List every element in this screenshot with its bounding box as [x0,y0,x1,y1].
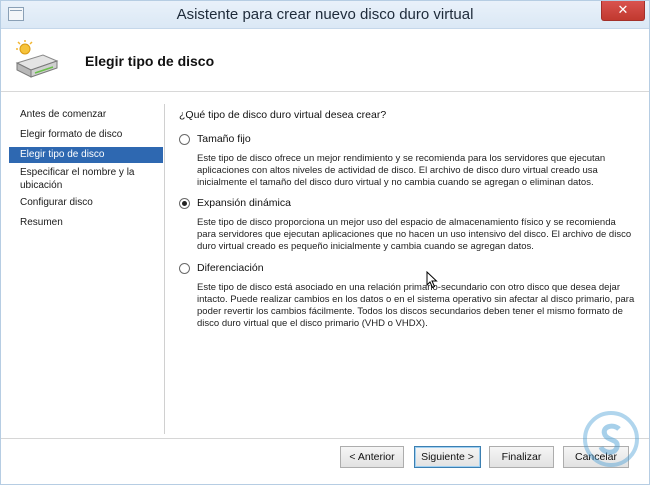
sidebar-item-elegir-formato[interactable]: Elegir formato de disco [9,128,163,141]
wizard-steps-nav: Antes de comenzar Elegir formato de disc… [9,104,163,434]
radio-diferenciacion[interactable] [179,263,190,274]
title-bar[interactable]: Asistente para crear nuevo disco duro vi… [1,1,649,29]
finish-button[interactable]: Finalizar [489,446,554,468]
question-label: ¿Qué tipo de disco duro virtual desea cr… [179,109,387,121]
mouse-cursor-icon [426,271,438,289]
radio-expansion-dinamica[interactable] [179,198,190,209]
watermark-logo-icon [583,411,639,467]
page-title: Elegir tipo de disco [85,53,215,69]
option-description: Este tipo de disco está asociado en una … [197,282,635,329]
option-description: Este tipo de disco ofrece un mejor rendi… [197,153,606,188]
wizard-header: Elegir tipo de disco [1,29,649,92]
footer-divider [1,438,649,439]
next-button[interactable]: Siguiente > [414,446,481,468]
option-label[interactable]: Expansión dinámica [197,197,291,209]
option-label[interactable]: Tamaño fijo [197,133,251,145]
close-button[interactable]: ✕ [601,1,645,21]
option-description: Este tipo de disco proporciona un mejor … [197,217,632,252]
sidebar-item-elegir-tipo[interactable]: Elegir tipo de disco [9,147,163,163]
radio-tamano-fijo[interactable] [179,134,190,145]
option-label[interactable]: Diferenciación [197,262,264,274]
sidebar-item-especificar-nombre[interactable]: Especificar el nombre y la ubicación [9,166,149,192]
virtual-disk-icon [15,40,59,78]
sidebar-item-resumen[interactable]: Resumen [9,216,163,229]
sidebar-item-antes-de-comenzar[interactable]: Antes de comenzar [9,108,163,121]
previous-button[interactable]: < Anterior [340,446,404,468]
wizard-window: Asistente para crear nuevo disco duro vi… [0,0,650,485]
sidebar-divider [164,104,165,434]
window-title: Asistente para crear nuevo disco duro vi… [176,6,474,23]
close-icon: ✕ [617,3,629,18]
sidebar-item-configurar-disco[interactable]: Configurar disco [9,196,163,209]
